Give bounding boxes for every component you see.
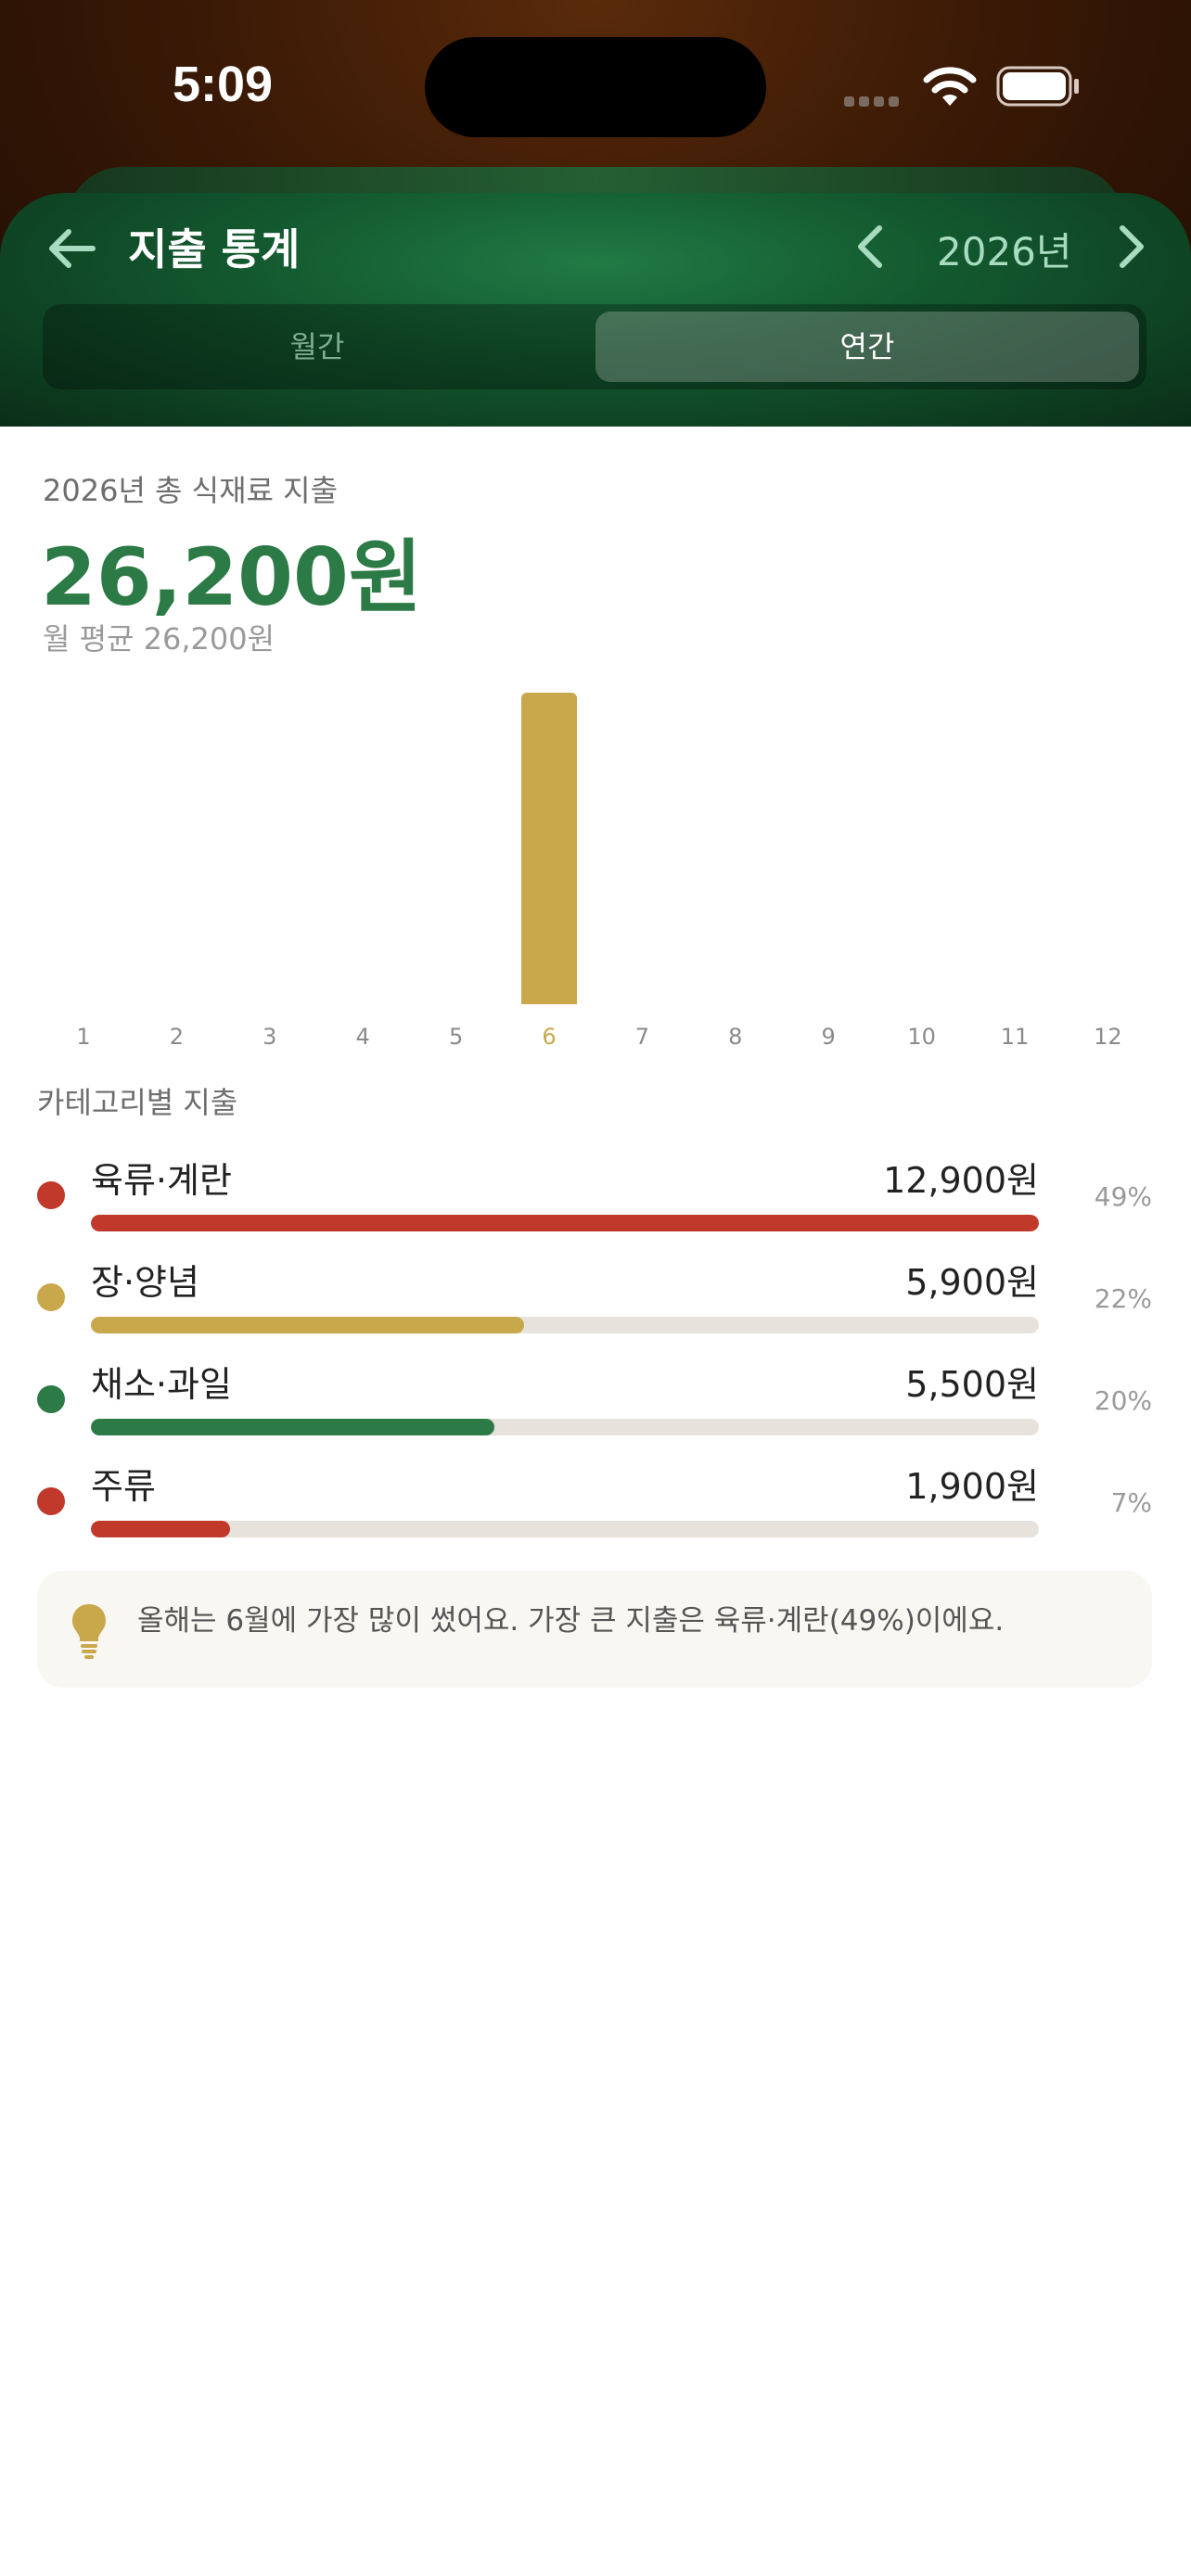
- category-row[interactable]: 주류 1,900원 7%: [0, 1458, 1191, 1550]
- category-section-heading: 카테고리별 지출: [37, 1085, 238, 1120]
- insight-tip-text: 올해는 6월에 가장 많이 썼어요. 가장 큰 지출은 육류·계란(49%)이에…: [137, 1604, 1005, 1638]
- x-tick-label-10: 10: [907, 1024, 936, 1048]
- x-tick-label-1: 1: [76, 1024, 90, 1048]
- category-progress-track: [91, 1317, 1039, 1333]
- previous-year-chevron-icon[interactable]: [852, 223, 889, 271]
- category-amount: 5,500원: [905, 1364, 1039, 1405]
- total-spending-amount: 26,200원: [41, 531, 422, 624]
- category-percent: 20%: [1094, 1385, 1152, 1416]
- next-year-chevron-icon[interactable]: [1113, 223, 1150, 271]
- x-tick-label-9: 9: [822, 1024, 836, 1048]
- x-tick-label-12: 12: [1094, 1024, 1122, 1048]
- category-percent: 49%: [1094, 1181, 1152, 1212]
- category-color-dot: [37, 1181, 65, 1209]
- back-arrow-icon[interactable]: [45, 221, 100, 276]
- tab-yearly[interactable]: 연간: [596, 312, 1139, 382]
- category-progress-fill: [91, 1419, 495, 1435]
- status-time: 5:09: [173, 57, 274, 112]
- x-tick-label-6: 6: [542, 1024, 556, 1048]
- category-row[interactable]: 육류·계란 12,900원 49%: [0, 1152, 1191, 1244]
- battery-icon: [996, 66, 1079, 107]
- category-name: 장·양념: [91, 1262, 199, 1303]
- wifi-icon: [923, 67, 977, 106]
- year-label: 2026년: [937, 229, 1072, 274]
- category-progress-fill: [91, 1215, 1039, 1231]
- x-tick-label-11: 11: [1001, 1024, 1030, 1048]
- page-title: 지출 통계: [128, 224, 301, 274]
- bar-month-6-base: [521, 997, 577, 1004]
- dynamic-island: [425, 37, 766, 137]
- category-name: 채소·과일: [91, 1364, 232, 1405]
- total-spending-label: 2026년 총 식재료 지출: [43, 473, 339, 508]
- category-amount: 1,900원: [905, 1466, 1039, 1507]
- x-tick-label-4: 4: [356, 1024, 370, 1048]
- category-progress-fill: [91, 1521, 231, 1537]
- x-tick-label-2: 2: [170, 1024, 184, 1048]
- x-tick-label-7: 7: [635, 1024, 649, 1048]
- bar-month-6[interactable]: [521, 693, 577, 1004]
- monthly-average: 월 평균 26,200원: [43, 621, 275, 657]
- period-segmented-control: 월간 연간: [43, 304, 1146, 389]
- category-color-dot: [37, 1385, 65, 1413]
- category-progress-track: [91, 1521, 1039, 1537]
- category-color-dot: [37, 1283, 65, 1311]
- category-name: 육류·계란: [91, 1160, 232, 1201]
- category-progress-fill: [91, 1317, 525, 1333]
- category-row[interactable]: 채소·과일 5,500원 20%: [0, 1356, 1191, 1448]
- lightbulb-icon: [72, 1604, 106, 1659]
- insight-tip-box: 올해는 6월에 가장 많이 썼어요. 가장 큰 지출은 육류·계란(49%)이에…: [37, 1571, 1152, 1688]
- category-progress-track: [91, 1419, 1039, 1435]
- cellular-signal-icon: [844, 93, 903, 110]
- x-tick-label-3: 3: [263, 1024, 276, 1048]
- category-color-dot: [37, 1487, 65, 1515]
- category-name: 주류: [91, 1466, 156, 1507]
- monthly-spending-bar-chart: 1 2 3 4 5 6 7 8 9 10 11 12: [76, 693, 1122, 1048]
- category-percent: 22%: [1094, 1283, 1152, 1314]
- category-progress-track: [91, 1215, 1039, 1231]
- category-row[interactable]: 장·양념 5,900원 22%: [0, 1254, 1191, 1346]
- x-tick-label-5: 5: [449, 1024, 463, 1048]
- tab-monthly[interactable]: 월간: [50, 312, 584, 382]
- category-percent: 7%: [1110, 1487, 1152, 1518]
- category-amount: 5,900원: [905, 1262, 1039, 1303]
- x-tick-label-8: 8: [728, 1024, 742, 1048]
- category-amount: 12,900원: [883, 1160, 1039, 1201]
